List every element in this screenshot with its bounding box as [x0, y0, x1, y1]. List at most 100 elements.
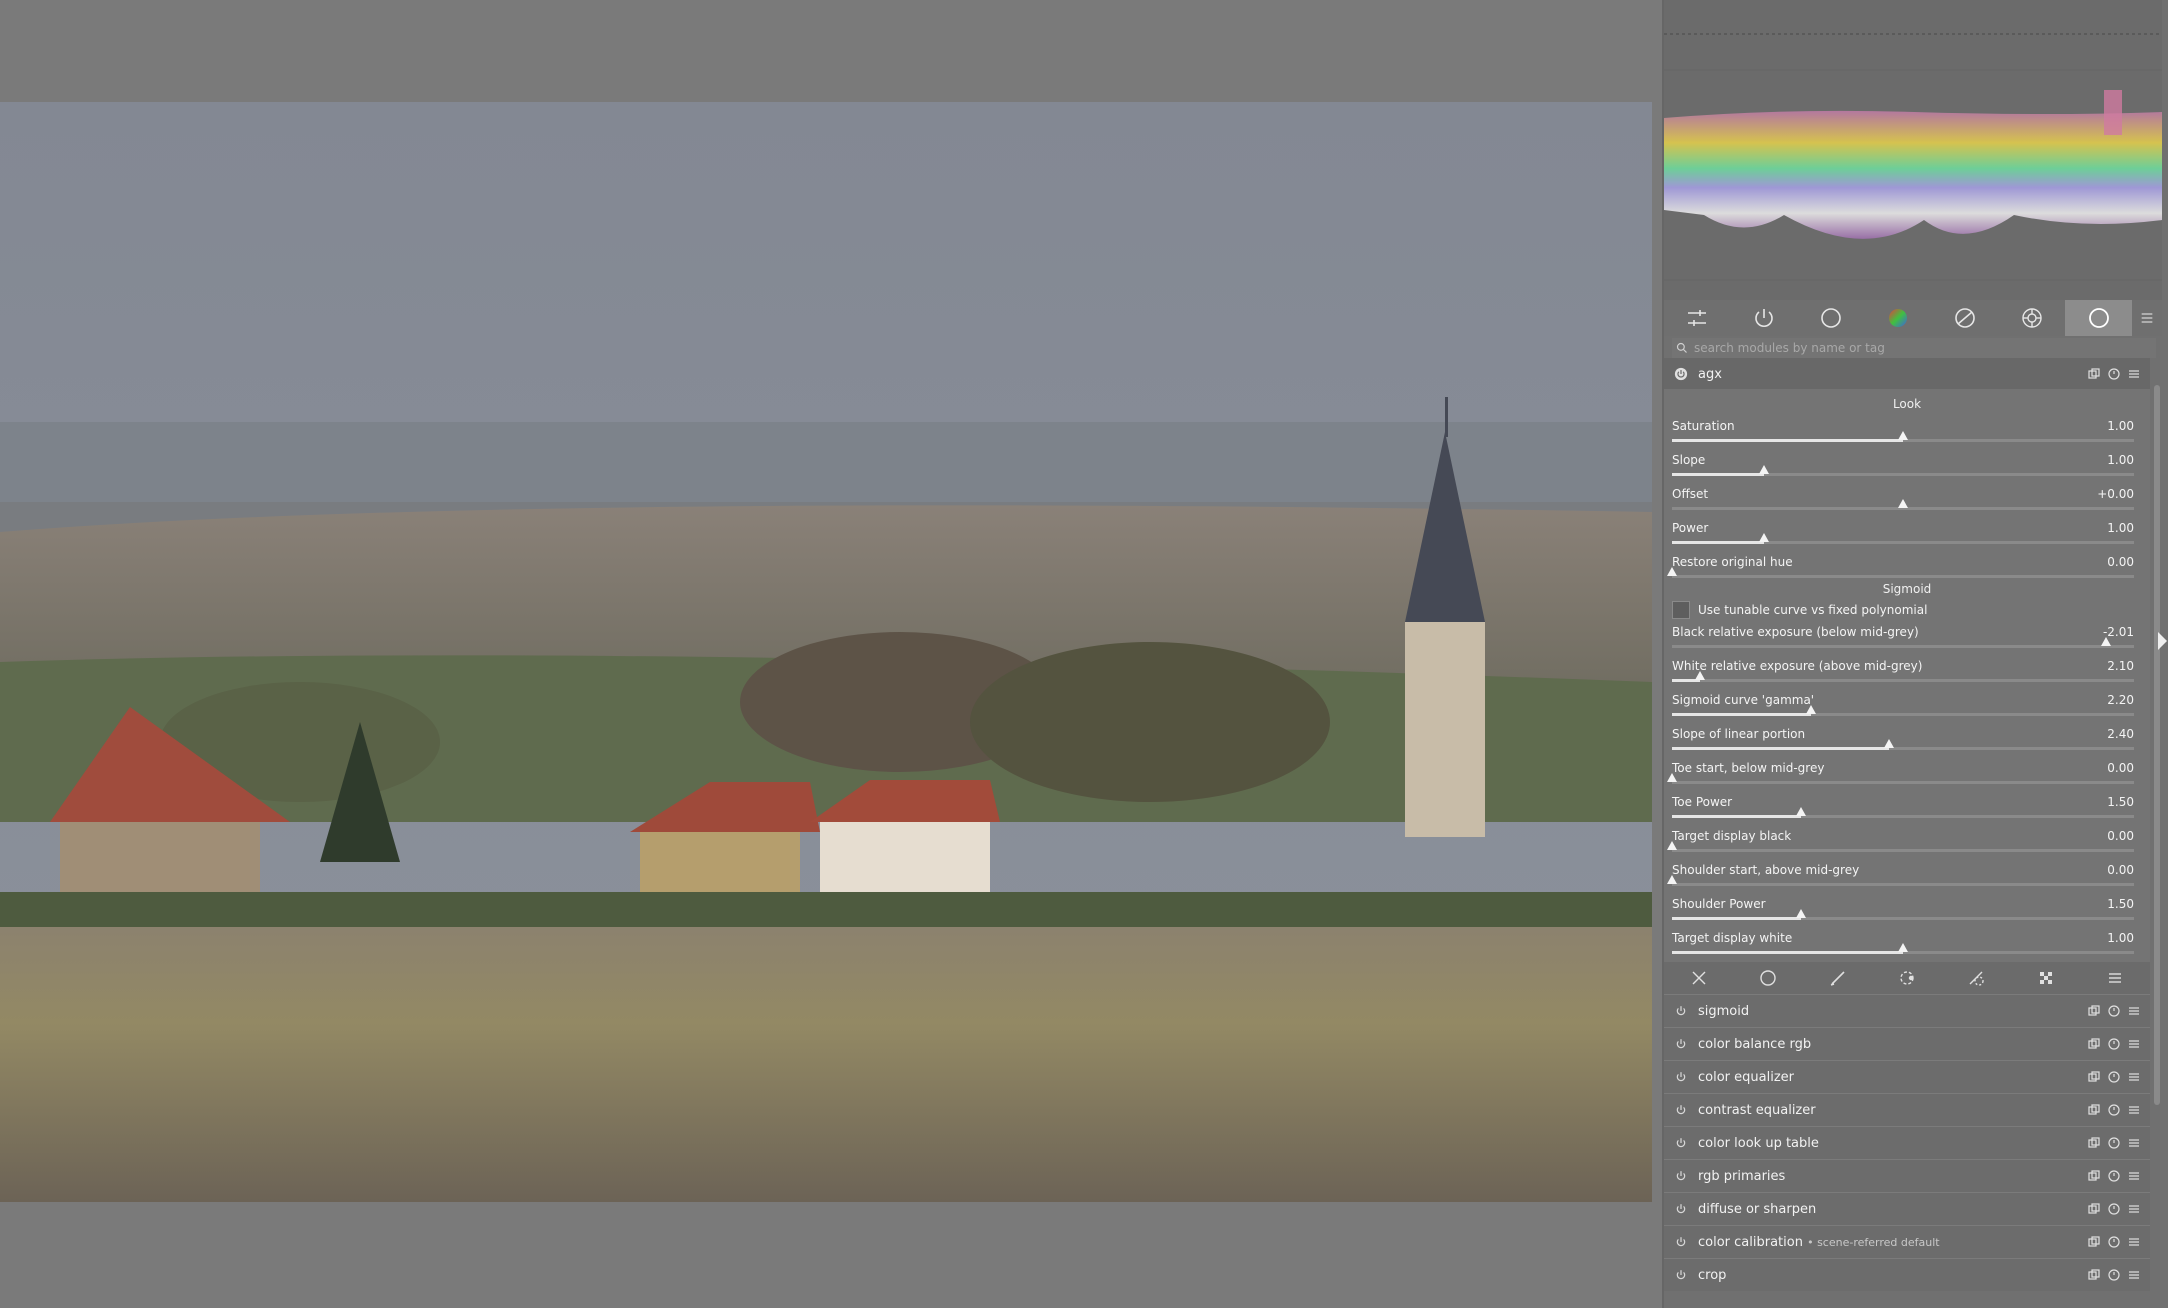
slider-track[interactable]: [1672, 705, 2134, 716]
slider-handle[interactable]: [1759, 465, 1770, 474]
module-power-toggle[interactable]: [1664, 1004, 1698, 1018]
tab-quick-access[interactable]: [1664, 300, 1731, 336]
multi-instance-icon[interactable]: [2088, 1203, 2100, 1215]
slider-track[interactable]: [1672, 499, 2134, 510]
slider-handle[interactable]: [1884, 739, 1895, 748]
tab-custom-group[interactable]: [2065, 300, 2133, 336]
module-header-rgb-primaries[interactable]: rgb primaries: [1664, 1159, 2150, 1192]
panel-scrollbar[interactable]: [2154, 385, 2160, 1105]
collapse-right-panel-arrow[interactable]: [2158, 632, 2167, 650]
slider-handle[interactable]: [1805, 705, 1816, 714]
module-header-sigmoid[interactable]: sigmoid: [1664, 994, 2150, 1027]
tab-base[interactable]: [1798, 300, 1865, 336]
slider-handle[interactable]: [1898, 943, 1908, 952]
module-presets-icon[interactable]: [2128, 1071, 2140, 1083]
reset-icon[interactable]: [2108, 1269, 2120, 1281]
slider-track[interactable]: [1672, 431, 2134, 442]
module-presets-icon[interactable]: [2128, 368, 2140, 380]
multi-instance-icon[interactable]: [2088, 1071, 2100, 1083]
raster-mask-button[interactable]: [2011, 969, 2080, 987]
parametric-mask-button[interactable]: [1872, 969, 1941, 987]
module-power-toggle[interactable]: [1664, 367, 1698, 381]
histogram-waveform[interactable]: [1664, 0, 2162, 300]
tab-effect[interactable]: [1998, 300, 2065, 336]
slider-white-relative-exposure-above-mid-grey[interactable]: White relative exposure (above mid-grey)…: [1672, 657, 2134, 691]
photo-preview[interactable]: [0, 102, 1652, 1202]
module-presets-icon[interactable]: [2128, 1038, 2140, 1050]
module-presets-icon[interactable]: [2128, 1236, 2140, 1248]
multi-instance-icon[interactable]: [2088, 1236, 2100, 1248]
slider-saturation[interactable]: Saturation 1.00: [1672, 417, 2134, 451]
module-power-toggle[interactable]: [1664, 1268, 1698, 1282]
module-header-color-equalizer[interactable]: color equalizer: [1664, 1060, 2150, 1093]
search-input[interactable]: [1692, 340, 2156, 356]
reset-icon[interactable]: [2108, 1104, 2120, 1116]
module-header-agx[interactable]: agx: [1664, 358, 2150, 390]
multi-instance-icon[interactable]: [2088, 1170, 2100, 1182]
module-power-toggle[interactable]: [1664, 1070, 1698, 1084]
slider-slope-of-linear-portion[interactable]: Slope of linear portion 2.40: [1672, 725, 2134, 759]
slider-handle[interactable]: [1667, 773, 1677, 782]
reset-icon[interactable]: [2108, 1038, 2120, 1050]
slider-sigmoid-curve-gamma[interactable]: Sigmoid curve 'gamma' 2.20: [1672, 691, 2134, 725]
slider-offset[interactable]: Offset +0.00: [1672, 485, 2134, 519]
reset-icon[interactable]: [2108, 1005, 2120, 1017]
blend-menu-button[interactable]: [2081, 969, 2150, 987]
slider-track[interactable]: [1672, 807, 2134, 818]
tab-active-modules[interactable]: [1731, 300, 1798, 336]
module-power-toggle[interactable]: [1664, 1202, 1698, 1216]
slider-target-display-black[interactable]: Target display black 0.00: [1667, 827, 2134, 861]
center-view[interactable]: [0, 0, 1660, 1308]
slider-track[interactable]: [1667, 773, 2134, 784]
mask-off-button[interactable]: [1664, 969, 1733, 987]
slider-track[interactable]: [1667, 567, 2134, 578]
drawn-mask-button[interactable]: [1803, 969, 1872, 987]
module-presets-icon[interactable]: [2128, 1170, 2140, 1182]
slider-toe-start-below-mid-grey[interactable]: Toe start, below mid-grey 0.00: [1667, 759, 2134, 793]
multi-instance-icon[interactable]: [2088, 1137, 2100, 1149]
slider-slope[interactable]: Slope 1.00: [1672, 451, 2134, 485]
slider-handle[interactable]: [1667, 841, 1677, 850]
slider-handle[interactable]: [1667, 875, 1677, 884]
slider-power[interactable]: Power 1.00: [1672, 519, 2134, 553]
multi-instance-icon[interactable]: [2088, 1038, 2100, 1050]
module-power-toggle[interactable]: [1664, 1103, 1698, 1117]
slider-handle[interactable]: [1667, 567, 1677, 576]
slider-handle[interactable]: [1796, 909, 1807, 918]
slider-target-display-white[interactable]: Target display white 1.00: [1672, 929, 2134, 963]
module-header-crop[interactable]: crop: [1664, 1258, 2150, 1291]
module-header-contrast-equalizer[interactable]: contrast equalizer: [1664, 1093, 2150, 1126]
slider-handle[interactable]: [1898, 499, 1908, 508]
slider-track[interactable]: [1672, 533, 2134, 544]
slider-shoulder-power[interactable]: Shoulder Power 1.50: [1672, 895, 2134, 929]
slider-black-relative-exposure-below-mid-grey[interactable]: Black relative exposure (below mid-grey)…: [1672, 623, 2134, 657]
slider-handle[interactable]: [1759, 533, 1770, 542]
reset-icon[interactable]: [2108, 1170, 2120, 1182]
module-header-color-balance-rgb[interactable]: color balance rgb: [1664, 1027, 2150, 1060]
tab-correct[interactable]: [1931, 300, 1998, 336]
module-presets-icon[interactable]: [2128, 1104, 2140, 1116]
reset-icon[interactable]: [2108, 1236, 2120, 1248]
module-header-color-look-up-table[interactable]: color look up table: [1664, 1126, 2150, 1159]
module-presets-icon[interactable]: [2128, 1269, 2140, 1281]
module-power-toggle[interactable]: [1664, 1169, 1698, 1183]
drawn-parametric-mask-button[interactable]: [1942, 969, 2011, 987]
module-power-toggle[interactable]: [1664, 1037, 1698, 1051]
slider-track[interactable]: [1672, 943, 2134, 954]
slider-toe-power[interactable]: Toe Power 1.50: [1672, 793, 2134, 827]
reset-icon[interactable]: [2108, 1137, 2120, 1149]
slider-handle[interactable]: [1796, 807, 1807, 816]
reset-icon[interactable]: [2108, 1203, 2120, 1215]
module-presets-icon[interactable]: [2128, 1137, 2140, 1149]
slider-handle[interactable]: [1694, 671, 1705, 680]
multi-instance-icon[interactable]: [2088, 1005, 2100, 1017]
slider-track[interactable]: [1672, 637, 2134, 648]
module-presets-icon[interactable]: [2128, 1005, 2140, 1017]
slider-handle[interactable]: [1898, 431, 1908, 440]
slider-handle[interactable]: [2101, 637, 2112, 646]
module-power-toggle[interactable]: [1664, 1235, 1698, 1249]
presets-menu-button[interactable]: [2132, 300, 2162, 336]
tab-color[interactable]: [1865, 300, 1932, 336]
uniform-mask-button[interactable]: [1733, 969, 1802, 987]
multi-instance-icon[interactable]: [2088, 1269, 2100, 1281]
